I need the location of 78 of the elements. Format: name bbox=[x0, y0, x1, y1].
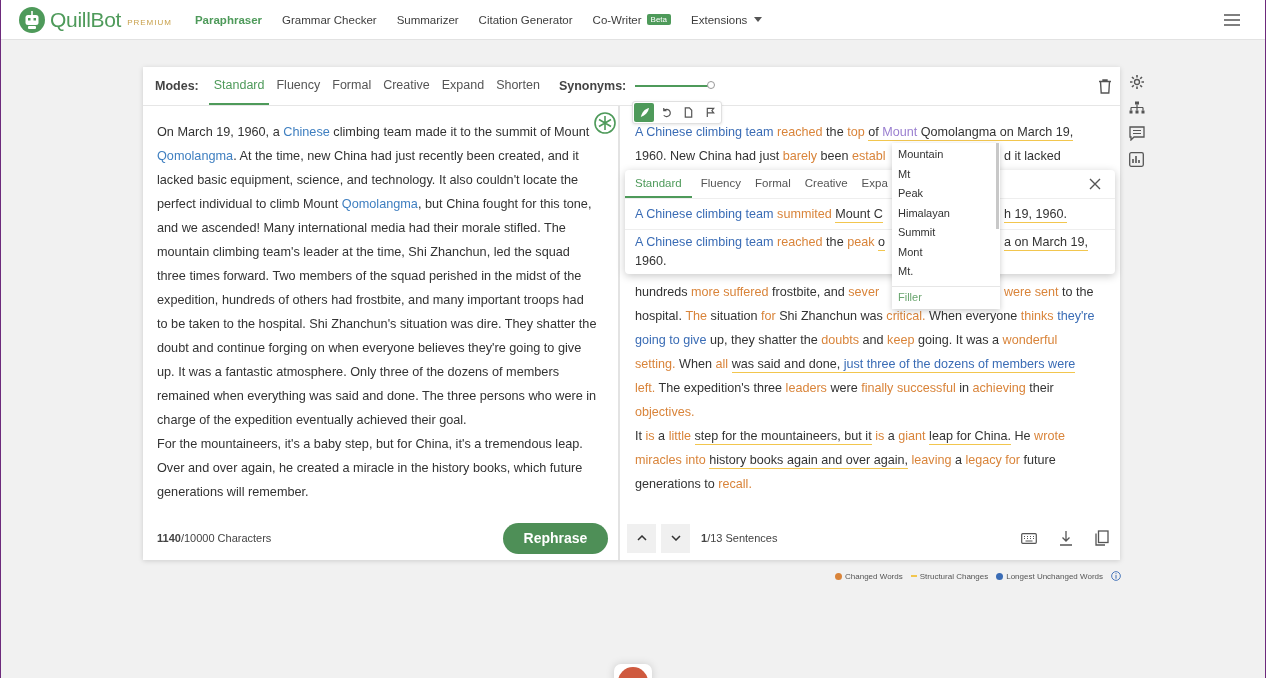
alternative-text[interactable]: a on March 19, bbox=[1004, 233, 1088, 252]
alternative-text[interactable]: 1960. bbox=[635, 254, 667, 268]
legend-label: Changed Words bbox=[845, 571, 903, 581]
beta-badge: Beta bbox=[646, 14, 672, 25]
synonym-option[interactable]: Mont bbox=[892, 242, 994, 262]
brand-name: QuillBot bbox=[50, 7, 122, 32]
close-icon[interactable] bbox=[1089, 178, 1101, 190]
mode-tab[interactable]: Expa bbox=[856, 170, 893, 198]
sentence-count: 1/13 Sentences bbox=[701, 532, 778, 544]
nav-link[interactable]: Summarizer bbox=[396, 13, 459, 26]
download-icon[interactable] bbox=[1059, 530, 1073, 546]
scrollbar[interactable] bbox=[996, 143, 999, 229]
document-icon bbox=[682, 107, 694, 118]
synonym-option[interactable]: Mountain bbox=[892, 145, 994, 165]
synonym-option[interactable]: Himalayan bbox=[892, 203, 994, 223]
modes-label: Modes: bbox=[155, 79, 199, 93]
paraphrased-text: objectives. bbox=[635, 405, 695, 419]
flag-icon bbox=[704, 107, 716, 118]
input-paragraph: On March 19, 1960, a Chinese climbing team made it to the summit of Mount Qomolangma. At the time, new China had just recently been created, and it lacked basic equipment, science, and technology. It also couldn't locate the perfect individual to climb Mount Qomolangma, but China fought for this tone, and we ascended! Many international media had their morale stifled. The mountain climbing team's leader at the time, Shi Zhanchun, led the squad three times forward. Two members of the squad perished in the midst of the expedition, hundreds of others had frostbite, and many important troops had to be taken to the hospital. Shi Zhanchun's situation was dire. They shatter the doubt and continue forging on when everyone believes they're going to give up. It was a fantastic atmosphere. Only three of the dozens of members remained when everything was said and done. The three persons who were in charge of the expedition eventually achieved their goal. bbox=[157, 124, 597, 429]
paraphrased-text: left. The expedition's three leaders were finally successful in achieving their bbox=[635, 381, 1054, 395]
paraphrased-text: hundreds more suffered frostbite, and sever bbox=[635, 285, 880, 299]
alternative-text[interactable]: h 19, 1960. bbox=[1004, 202, 1068, 226]
settings-icon[interactable] bbox=[1129, 74, 1145, 90]
paraphrased-text: going to give up, they shatter the doubts and keep going. It was a wonderful bbox=[635, 333, 1058, 347]
info-icon[interactable] bbox=[1111, 571, 1121, 581]
alternative-text[interactable]: A Chinese climbing team reached the peak o bbox=[635, 235, 885, 249]
menu-icon[interactable] bbox=[1224, 13, 1240, 26]
chevron-up-icon bbox=[636, 535, 647, 541]
paraphrased-text: A Chinese climbing team reached the top of Mount Qomolangma on March 19, bbox=[635, 125, 1074, 139]
chart-icon[interactable] bbox=[1129, 152, 1144, 167]
paraphrased-text: It is a little step for the mountaineers, but it is a giant leap for China. He wrote bbox=[635, 429, 1065, 443]
next-sentence-button[interactable] bbox=[661, 523, 690, 553]
synonym-option[interactable]: Mt. bbox=[892, 262, 994, 282]
nav-link[interactable]: Citation Generator bbox=[478, 13, 573, 26]
paraphrased-text: were sent to the bbox=[1004, 284, 1094, 301]
nav-link[interactable]: Co-Writer Beta bbox=[592, 13, 672, 26]
mode-tab[interactable]: Expand bbox=[436, 67, 490, 105]
mode-tab[interactable]: Creative bbox=[799, 170, 853, 198]
mode-tab[interactable]: Creative bbox=[378, 67, 435, 105]
mode-tab[interactable]: Formal bbox=[749, 170, 796, 198]
nav-link[interactable]: Grammar Checker bbox=[282, 13, 377, 26]
mode-tab[interactable]: Shorten bbox=[491, 67, 545, 105]
paraphrased-text: setting. When all was said and done, just three of the dozens of members were bbox=[635, 357, 1076, 371]
undo-icon bbox=[660, 107, 672, 118]
trash-icon[interactable] bbox=[1099, 78, 1111, 94]
rephrase-button[interactable]: Rephrase bbox=[503, 522, 608, 554]
copy-icon[interactable] bbox=[1095, 530, 1109, 546]
synonym-option[interactable]: Summit bbox=[892, 223, 994, 243]
legend-label: Longest Unchanged Words bbox=[1006, 571, 1103, 581]
paraphrased-text: hospital. The situation for Shi Zhanchun was critical. When everyone thinks they're bbox=[635, 309, 1095, 323]
paraphrased-text: generations to recall. bbox=[635, 477, 752, 491]
robot-logo-icon bbox=[19, 6, 45, 33]
caret-icon bbox=[754, 17, 763, 22]
mode-tab[interactable]: Fluency bbox=[695, 170, 746, 198]
paraphrased-text: 1960. New China had just barely been establ bbox=[635, 149, 886, 163]
chevron-down-icon bbox=[670, 535, 681, 541]
keyboard-icon[interactable] bbox=[1021, 532, 1037, 544]
paraphrased-text: d it lacked bbox=[1004, 148, 1061, 165]
previous-sentence-button[interactable] bbox=[627, 523, 656, 553]
mode-tab[interactable]: Standard bbox=[208, 67, 270, 105]
mode-tab[interactable]: Formal bbox=[327, 67, 377, 105]
input-paragraph: For the mountaineers, it's a baby step, but for China, it's a tremendous leap. Over and over again, he created a miracle in the history books, which future generations will remember. bbox=[157, 436, 584, 501]
mode-tab[interactable]: Standard bbox=[625, 170, 692, 198]
synonym-option[interactable]: Mt bbox=[892, 164, 994, 184]
mode-tab[interactable]: Fluency bbox=[271, 67, 326, 105]
snowflake-icon[interactable] bbox=[594, 112, 616, 134]
synonym-option[interactable]: Peak bbox=[892, 184, 994, 204]
quill-icon bbox=[638, 107, 650, 118]
quill-button[interactable] bbox=[634, 103, 654, 122]
tier-label: PREMIUM bbox=[127, 17, 172, 27]
character-count: 1140/10000 Characters bbox=[157, 532, 272, 544]
paraphrased-text: miracles into history books again and over again, leaving a legacy for future bbox=[635, 453, 1056, 467]
nav-link[interactable]: Extensions bbox=[691, 13, 763, 26]
comment-icon[interactable] bbox=[1129, 126, 1145, 141]
synonyms-label: Synonyms: bbox=[558, 79, 627, 93]
hierarchy-icon[interactable] bbox=[1129, 101, 1145, 115]
alternative-text[interactable]: A Chinese climbing team summited Mount C bbox=[635, 207, 883, 221]
legend-label: Structural Changes bbox=[919, 571, 989, 581]
